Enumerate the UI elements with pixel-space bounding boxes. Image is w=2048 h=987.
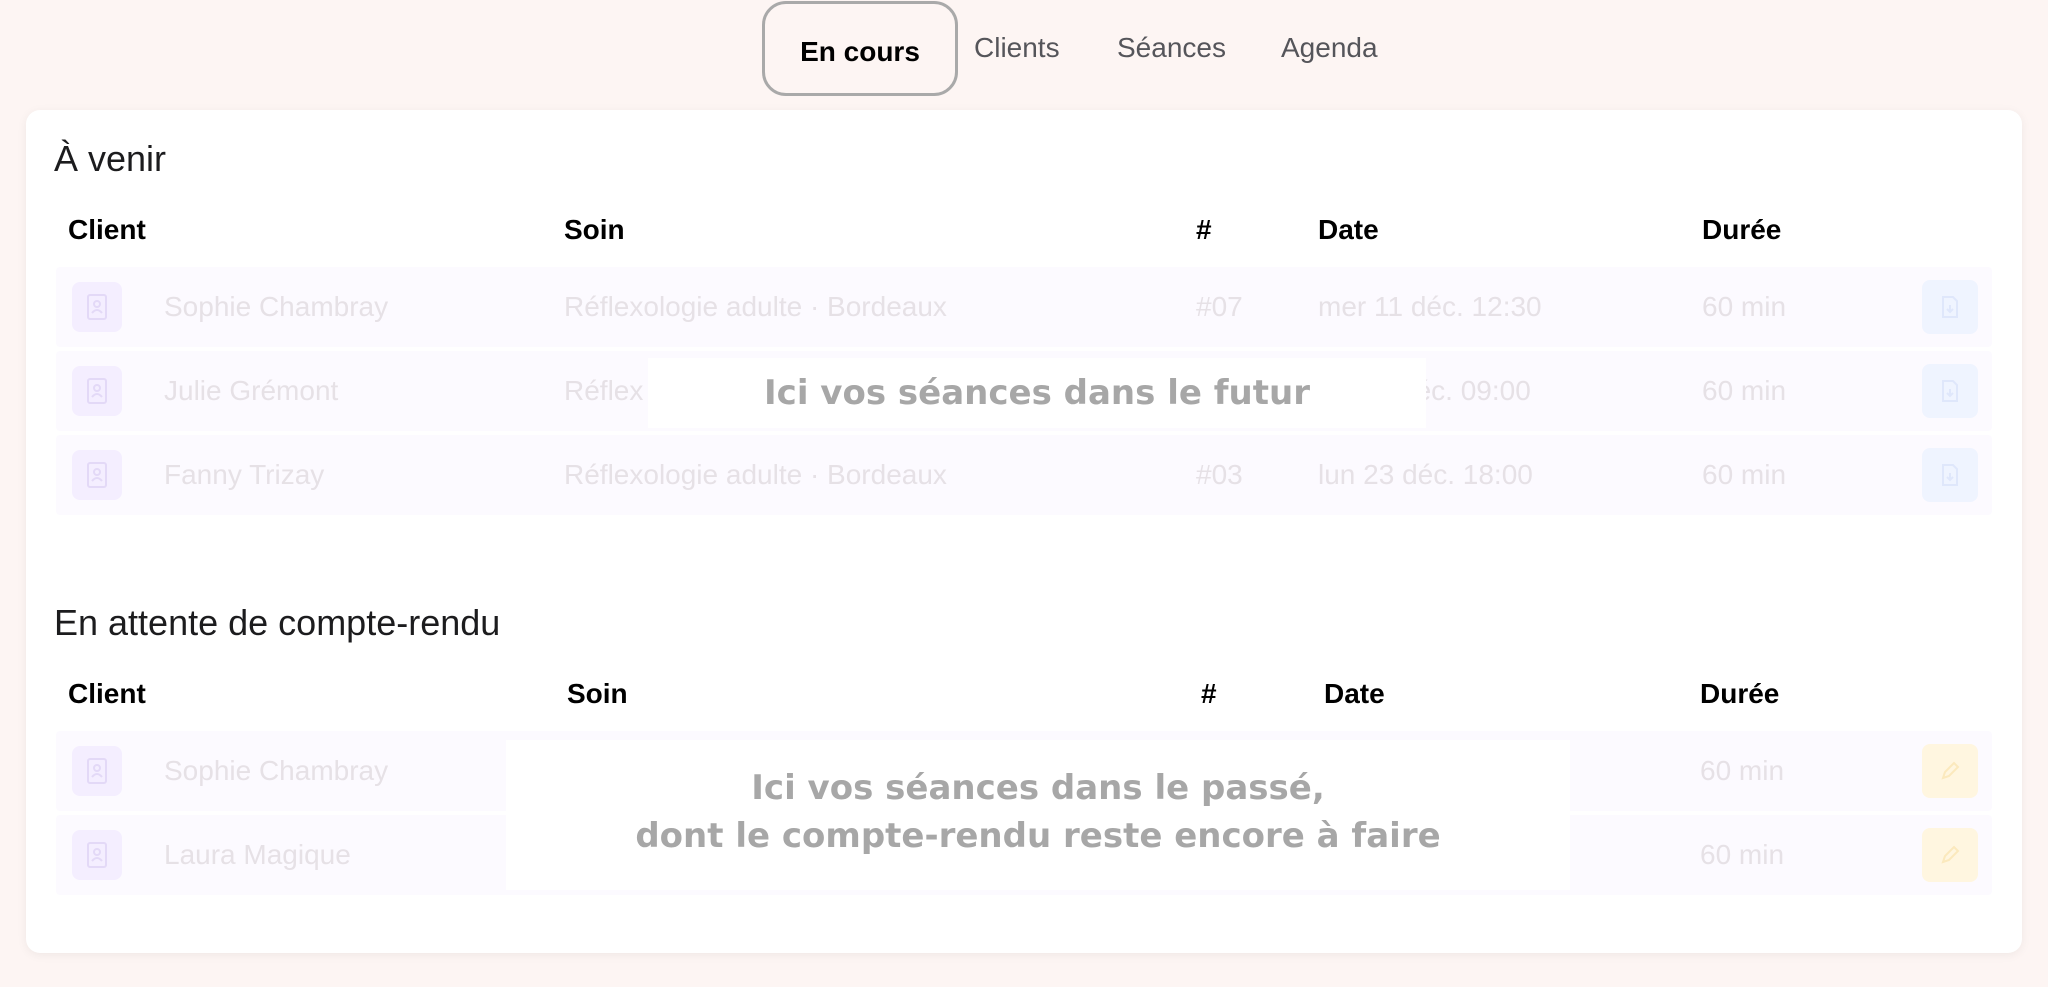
pencil-icon[interactable]	[1922, 744, 1978, 798]
col-soin-header: Soin	[564, 214, 625, 245]
pencil-icon[interactable]	[1922, 828, 1978, 882]
table-row[interactable]: Fanny Trizay Réflexologie adulte · Borde…	[56, 435, 1992, 515]
cell-duree: 60 min	[1702, 291, 1787, 322]
main-card: À venir Client Soin # Date Durée Sophie …	[26, 110, 2022, 953]
contact-card-icon	[72, 366, 122, 416]
top-navigation: En cours Clients Séances Agenda	[0, 0, 2048, 100]
cell-duree: 60 min	[1700, 755, 1785, 786]
col-duree-header: Durée	[1702, 214, 1782, 245]
upcoming-empty-hint: Ici vos séances dans le futur	[648, 358, 1426, 428]
tab-seances[interactable]: Séances	[1117, 26, 1226, 70]
col-client-header: Client	[68, 678, 146, 709]
pending-hint-line-1: Ici vos séances dans le passé,	[751, 768, 1325, 808]
col-date-header: Date	[1318, 214, 1379, 245]
cell-soin: Réflex	[564, 375, 644, 406]
cell-soin: Réflexologie adulte · Bordeaux	[564, 291, 947, 322]
cell-client: Julie Grémont	[164, 375, 339, 406]
document-icon[interactable]	[1922, 364, 1978, 418]
cell-date: mer 11 déc. 12:30	[1318, 291, 1542, 322]
tab-clients[interactable]: Clients	[974, 26, 1060, 70]
cell-number: #07	[1196, 291, 1243, 322]
upcoming-section-title: À venir	[54, 138, 167, 179]
cell-number: #03	[1196, 459, 1243, 490]
col-soin-header: Soin	[567, 678, 628, 709]
pending-hint-line-2: dont le compte-rendu reste encore à fair…	[635, 816, 1441, 856]
col-number-header: #	[1196, 214, 1212, 245]
cell-duree: 60 min	[1702, 375, 1787, 406]
contact-card-icon	[72, 282, 122, 332]
cell-duree: 60 min	[1702, 459, 1787, 490]
cell-client: Laura Magique	[164, 839, 351, 870]
col-client-header: Client	[68, 214, 146, 245]
pending-empty-hint: Ici vos séances dans le passé, dont le c…	[506, 740, 1570, 890]
cell-soin: Réflexologie adulte · Bordeaux	[564, 459, 947, 490]
cell-client: Sophie Chambray	[164, 291, 389, 322]
document-icon[interactable]	[1922, 280, 1978, 334]
cell-duree: 60 min	[1700, 839, 1785, 870]
col-number-header: #	[1201, 678, 1217, 709]
contact-card-icon	[72, 830, 122, 880]
tab-agenda[interactable]: Agenda	[1281, 26, 1378, 70]
table-row[interactable]: Sophie Chambray Réflexologie adulte · Bo…	[56, 267, 1992, 347]
document-icon[interactable]	[1922, 448, 1978, 502]
contact-card-icon	[72, 746, 122, 796]
pending-section-title: En attente de compte-rendu	[54, 602, 501, 643]
cell-date: lun 23 déc. 18:00	[1318, 459, 1533, 490]
col-duree-header: Durée	[1700, 678, 1780, 709]
cell-client: Sophie Chambray	[164, 755, 389, 786]
col-date-header: Date	[1324, 678, 1385, 709]
tab-en-cours[interactable]: En cours	[762, 1, 958, 96]
cell-client: Fanny Trizay	[164, 459, 325, 490]
contact-card-icon	[72, 450, 122, 500]
